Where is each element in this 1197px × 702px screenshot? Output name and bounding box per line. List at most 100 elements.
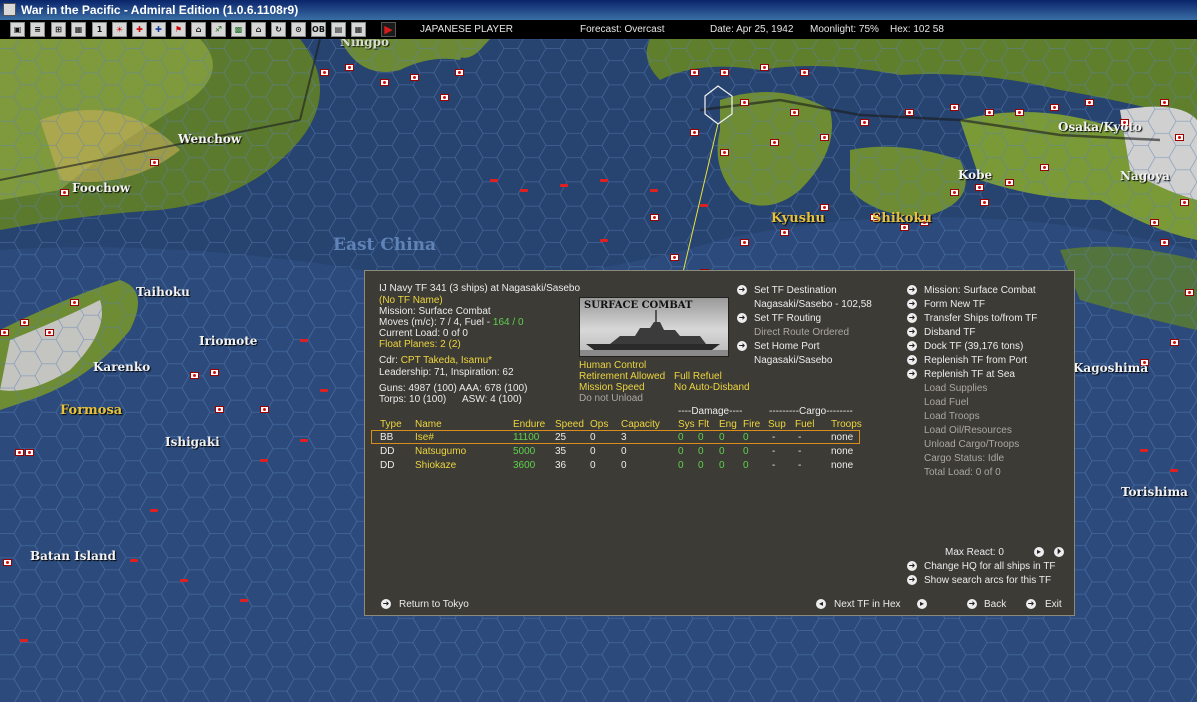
japanese-base-icon[interactable]: [650, 214, 659, 221]
return-to-tokyo-button[interactable]: Return to Tokyo: [399, 599, 469, 611]
toolbar-button-18[interactable]: ▦: [351, 22, 366, 37]
japanese-base-icon[interactable]: [1170, 339, 1179, 346]
ship-icon[interactable]: [520, 189, 528, 192]
ship-icon[interactable]: [320, 389, 328, 392]
japanese-base-icon[interactable]: [985, 109, 994, 116]
japanese-base-icon[interactable]: [1015, 109, 1024, 116]
change-hq-button[interactable]: Change HQ for all ships in TF: [924, 561, 1056, 573]
japanese-base-icon[interactable]: [260, 406, 269, 413]
ship-icon[interactable]: [560, 184, 568, 187]
replenish-port-button[interactable]: Replenish TF from Port: [924, 355, 1027, 367]
japanese-base-icon[interactable]: [45, 329, 54, 336]
toolbar-button-7[interactable]: ✚: [132, 22, 147, 37]
toolbar-button-4[interactable]: ▦: [71, 22, 86, 37]
ship-icon[interactable]: [260, 459, 268, 462]
tf-float-planes[interactable]: Float Planes: 2 (2): [379, 339, 461, 351]
back-arrow-icon[interactable]: ➜: [967, 599, 977, 609]
set-destination-arrow-icon[interactable]: ➜: [737, 285, 747, 295]
japanese-base-icon[interactable]: [790, 109, 799, 116]
ship-icon[interactable]: [300, 339, 308, 342]
next-tf-icon[interactable]: ▸: [917, 599, 927, 609]
japanese-base-icon[interactable]: [215, 406, 224, 413]
japanese-base-icon[interactable]: [1180, 199, 1189, 206]
toolbar-button-12[interactable]: ▩: [231, 22, 246, 37]
mission-button[interactable]: Mission: Surface Combat: [924, 285, 1036, 297]
action-arrow-icon[interactable]: ➜: [907, 327, 917, 337]
ship-icon[interactable]: [1170, 469, 1178, 472]
japanese-base-icon[interactable]: [1175, 134, 1184, 141]
japanese-base-icon[interactable]: [1185, 289, 1194, 296]
toolbar-button-16[interactable]: OB: [311, 22, 326, 37]
action-arrow-icon[interactable]: ➜: [907, 355, 917, 365]
ship-icon[interactable]: [650, 189, 658, 192]
japanese-base-icon[interactable]: [1160, 239, 1169, 246]
japanese-base-icon[interactable]: [25, 449, 34, 456]
ship-icon[interactable]: [700, 204, 708, 207]
end-turn-icon[interactable]: ▶: [381, 22, 396, 37]
change-hq-arrow-icon[interactable]: ➜: [907, 561, 917, 571]
ship-icon[interactable]: [240, 599, 248, 602]
set-routing-arrow-icon[interactable]: ➜: [737, 313, 747, 323]
toolbar-button-17[interactable]: ▤: [331, 22, 346, 37]
exit-arrow-icon[interactable]: ➜: [1026, 599, 1036, 609]
japanese-base-icon[interactable]: [20, 319, 29, 326]
disband-tf-button[interactable]: Disband TF: [924, 327, 976, 339]
japanese-base-icon[interactable]: [950, 104, 959, 111]
japanese-base-icon[interactable]: [760, 64, 769, 71]
toolbar-button-8[interactable]: ✚: [151, 22, 166, 37]
japanese-base-icon[interactable]: [150, 159, 159, 166]
toolbar-button-13[interactable]: ⌂: [251, 22, 266, 37]
show-search-arcs-button[interactable]: Show search arcs for this TF: [924, 575, 1051, 587]
toolbar-button-14[interactable]: ↻: [271, 22, 286, 37]
next-tf-in-hex-button[interactable]: Next TF in Hex: [834, 599, 901, 611]
toolbar-button-11[interactable]: ♐: [211, 22, 226, 37]
max-react-increase-icon[interactable]: ▸: [1034, 547, 1044, 557]
action-arrow-icon[interactable]: ➜: [907, 285, 917, 295]
japanese-base-icon[interactable]: [1085, 99, 1094, 106]
japanese-base-icon[interactable]: [380, 79, 389, 86]
toolbar-button-10[interactable]: ⌂: [191, 22, 206, 37]
japanese-base-icon[interactable]: [950, 189, 959, 196]
japanese-base-icon[interactable]: [410, 74, 419, 81]
action-arrow-icon[interactable]: ➜: [907, 341, 917, 351]
japanese-base-icon[interactable]: [1040, 164, 1049, 171]
do-not-unload-toggle[interactable]: Do not Unload: [579, 393, 643, 405]
exit-button[interactable]: Exit: [1045, 599, 1062, 611]
form-new-tf-button[interactable]: Form New TF: [924, 299, 985, 311]
japanese-base-icon[interactable]: [455, 69, 464, 76]
ship-icon[interactable]: [1140, 449, 1148, 452]
return-arrow-icon[interactable]: ➜: [381, 599, 391, 609]
japanese-base-icon[interactable]: [905, 109, 914, 116]
japanese-base-icon[interactable]: [3, 559, 12, 566]
ship-name[interactable]: Natsugumo: [415, 446, 466, 458]
japanese-base-icon[interactable]: [1150, 219, 1159, 226]
previous-tf-icon[interactable]: ◂: [816, 599, 826, 609]
japanese-base-icon[interactable]: [980, 199, 989, 206]
japanese-base-icon[interactable]: [780, 229, 789, 236]
toolbar-button-15[interactable]: ⊙: [291, 22, 306, 37]
japanese-base-icon[interactable]: [690, 69, 699, 76]
ship-name[interactable]: Shiokaze: [415, 460, 456, 472]
japanese-base-icon[interactable]: [70, 299, 79, 306]
japanese-base-icon[interactable]: [690, 129, 699, 136]
set-home-port-button[interactable]: Set Home Port: [754, 341, 820, 353]
japanese-base-icon[interactable]: [800, 69, 809, 76]
japanese-base-icon[interactable]: [860, 119, 869, 126]
auto-disband-toggle[interactable]: No Auto-Disband: [674, 382, 750, 394]
action-arrow-icon[interactable]: ➜: [907, 313, 917, 323]
japanese-base-icon[interactable]: [975, 184, 984, 191]
toolbar-button-2[interactable]: ≡: [30, 22, 45, 37]
ship-icon[interactable]: [130, 559, 138, 562]
ship-name[interactable]: Ise#: [415, 432, 434, 444]
japanese-base-icon[interactable]: [345, 64, 354, 71]
japanese-base-icon[interactable]: [740, 99, 749, 106]
set-routing-button[interactable]: Set TF Routing: [754, 313, 821, 325]
japanese-base-icon[interactable]: [320, 69, 329, 76]
action-arrow-icon[interactable]: ➜: [907, 369, 917, 379]
japanese-base-icon[interactable]: [1160, 99, 1169, 106]
toolbar-button-6[interactable]: ☀: [112, 22, 127, 37]
action-arrow-icon[interactable]: ➜: [907, 299, 917, 309]
japanese-base-icon[interactable]: [0, 329, 9, 336]
dock-tf-button[interactable]: Dock TF (39,176 tons): [924, 341, 1023, 353]
japanese-base-icon[interactable]: [1050, 104, 1059, 111]
